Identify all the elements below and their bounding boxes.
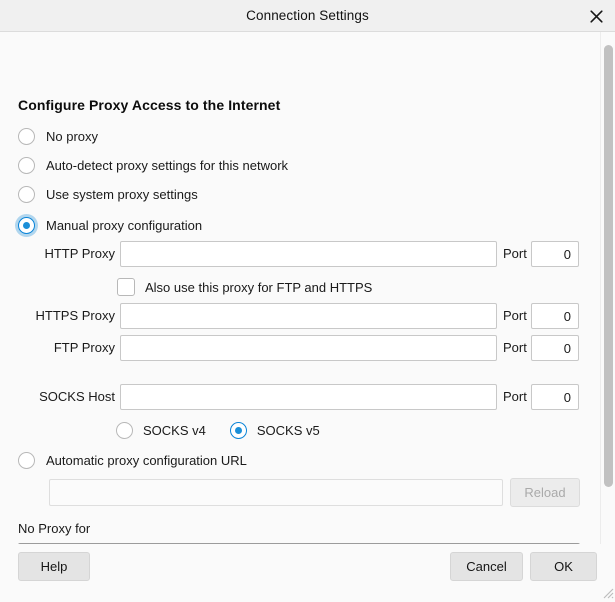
- page-title: Connection Settings: [246, 8, 369, 23]
- radio-no-proxy[interactable]: No proxy: [18, 126, 98, 146]
- radio-label: Automatic proxy configuration URL: [46, 452, 247, 468]
- socks-host-label: SOCKS Host: [39, 389, 115, 404]
- ftp-port-label: Port: [503, 340, 527, 355]
- ftp-proxy-input[interactable]: [120, 335, 497, 361]
- radio-label: No proxy: [46, 128, 99, 144]
- scrollbar-thumb[interactable]: [604, 45, 613, 487]
- pac-url-input[interactable]: [49, 479, 503, 506]
- close-button[interactable]: [583, 3, 609, 29]
- socks-port-input[interactable]: [531, 384, 579, 410]
- http-port-input[interactable]: [531, 241, 579, 267]
- socks-port-label: Port: [503, 389, 527, 404]
- radio-label: Manual proxy configuration: [46, 217, 203, 233]
- https-proxy-label: HTTPS Proxy: [35, 308, 115, 323]
- radio-automatic-proxy-configuration-url[interactable]: Automatic proxy configuration URL: [18, 450, 247, 470]
- ftp-proxy-label: FTP Proxy: [53, 340, 115, 355]
- radio-use-system-proxy[interactable]: Use system proxy settings: [18, 184, 198, 204]
- radio-indicator: [229, 421, 247, 439]
- radio-indicator: [18, 156, 35, 174]
- radio-socks-v5[interactable]: SOCKS v5: [229, 421, 320, 439]
- https-port-label: Port: [503, 308, 527, 323]
- radio-indicator: [18, 185, 35, 203]
- settings-scroll-pane: Configure Proxy Access to the Internet N…: [0, 32, 615, 544]
- dialog-footer: Help Cancel OK: [0, 544, 615, 600]
- checkbox-label: Also use this proxy for FTP and HTTPS: [145, 279, 373, 295]
- https-proxy-input[interactable]: [120, 303, 497, 329]
- section-heading: Configure Proxy Access to the Internet: [18, 97, 281, 113]
- radio-indicator: [18, 127, 35, 145]
- http-proxy-label: HTTP Proxy: [44, 246, 115, 261]
- radio-indicator: [18, 451, 35, 469]
- http-port-label: Port: [503, 246, 527, 261]
- socks-version-group: SOCKS v4 SOCKS v5: [116, 420, 320, 440]
- radio-label: Use system proxy settings: [46, 186, 198, 202]
- radio-indicator: [116, 421, 133, 439]
- settings-content: Configure Proxy Access to the Internet N…: [0, 32, 589, 544]
- radio-label: Auto-detect proxy settings for this netw…: [46, 157, 289, 173]
- socks-host-input[interactable]: [120, 384, 497, 410]
- radio-label: SOCKS v5: [256, 422, 320, 438]
- radio-socks-v4[interactable]: SOCKS v4: [116, 421, 206, 439]
- radio-label: SOCKS v4: [143, 422, 206, 438]
- resize-grip-icon[interactable]: [600, 585, 614, 599]
- cancel-button[interactable]: Cancel: [450, 552, 523, 581]
- close-icon: [589, 9, 603, 23]
- checkbox-share-proxy[interactable]: Also use this proxy for FTP and HTTPS: [117, 277, 372, 297]
- radio-indicator: [18, 216, 35, 234]
- radio-manual-proxy-configuration[interactable]: Manual proxy configuration: [18, 215, 202, 235]
- checkbox-indicator: [117, 278, 135, 296]
- title-bar: Connection Settings: [0, 0, 615, 32]
- https-port-input[interactable]: [531, 303, 579, 329]
- ok-button[interactable]: OK: [530, 552, 597, 581]
- vertical-scrollbar[interactable]: [600, 32, 615, 544]
- connection-settings-dialog: Connection Settings Configure Proxy Acce…: [0, 0, 615, 600]
- http-proxy-input[interactable]: [120, 241, 497, 267]
- radio-auto-detect-proxy[interactable]: Auto-detect proxy settings for this netw…: [18, 155, 288, 175]
- reload-button[interactable]: Reload: [510, 478, 580, 507]
- help-button[interactable]: Help: [18, 552, 90, 581]
- no-proxy-for-label: No Proxy for: [18, 521, 91, 536]
- ftp-port-input[interactable]: [531, 335, 579, 361]
